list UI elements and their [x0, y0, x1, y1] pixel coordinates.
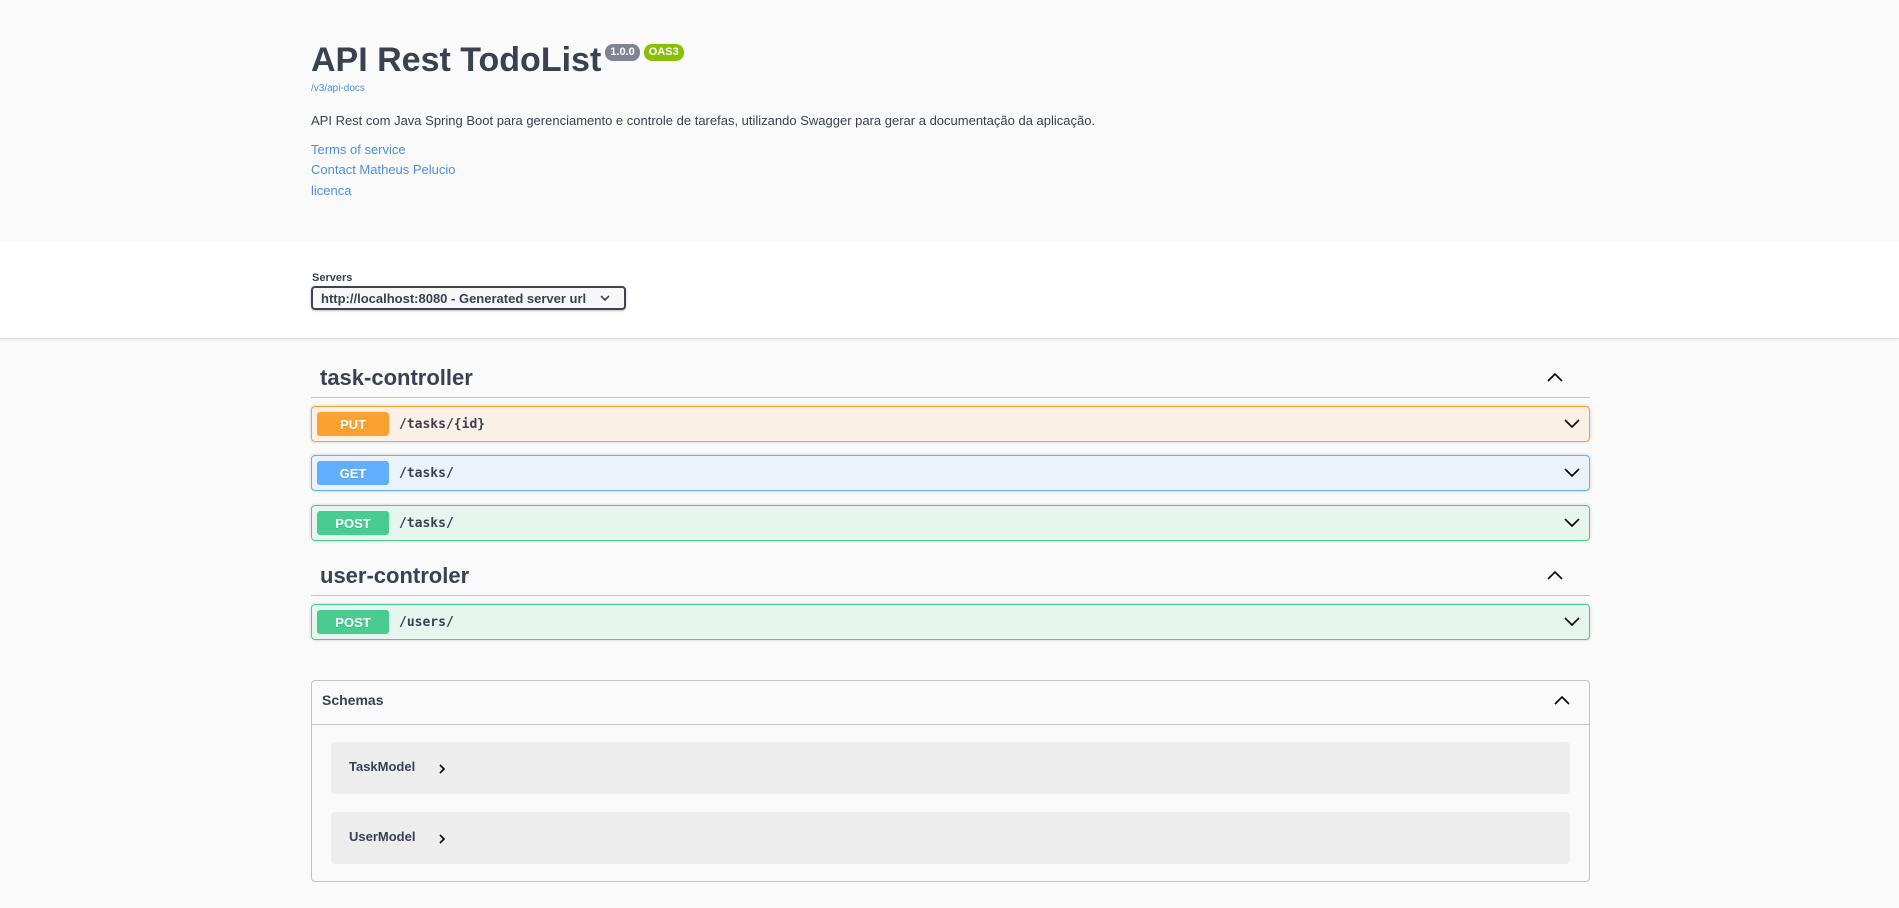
chevron-down-icon[interactable]: [1563, 615, 1581, 629]
method-badge: POST: [317, 511, 389, 535]
chevron-down-icon[interactable]: [1563, 516, 1581, 530]
oas-badge: OAS3: [643, 44, 684, 61]
servers-section: [0, 242, 1899, 339]
operation-post-users[interactable]: POST /users/: [311, 604, 1590, 640]
model-row-taskmodel[interactable]: TaskModel: [331, 742, 1570, 794]
chevron-up-icon[interactable]: [1553, 694, 1571, 706]
terms-of-service-link[interactable]: Terms of service: [311, 142, 406, 157]
tag-title: task-controller: [320, 365, 473, 390]
model-row-usermodel[interactable]: UserModel: [331, 812, 1570, 864]
chevron-right-icon[interactable]: [437, 763, 447, 775]
schemas-header[interactable]: Schemas: [312, 681, 1589, 725]
chevron-right-icon[interactable]: [437, 833, 447, 845]
chevron-down-icon[interactable]: [1563, 466, 1581, 480]
operation-put-tasks-id[interactable]: PUT /tasks/{id}: [311, 406, 1590, 442]
model-name: TaskModel: [349, 759, 416, 774]
chevron-up-icon[interactable]: [1546, 371, 1564, 383]
contact-link[interactable]: Contact Matheus Pelucio: [311, 162, 456, 177]
operation-get-tasks[interactable]: GET /tasks/: [311, 455, 1590, 491]
method-badge: PUT: [317, 412, 389, 436]
method-badge: GET: [317, 461, 389, 485]
servers-label: Servers: [312, 272, 353, 284]
chevron-up-icon[interactable]: [1546, 569, 1564, 581]
api-docs-link[interactable]: /v3/api-docs: [311, 83, 365, 94]
chevron-down-icon[interactable]: [1563, 417, 1581, 431]
license-link[interactable]: licenca: [311, 183, 351, 198]
api-description: API Rest com Java Spring Boot para geren…: [311, 113, 1096, 128]
api-title: API Rest TodoList: [311, 41, 602, 79]
operation-path: /tasks/{id}: [399, 416, 486, 432]
version-badge: 1.0.0: [605, 44, 640, 61]
model-name: UserModel: [349, 829, 416, 844]
operation-post-tasks[interactable]: POST /tasks/: [311, 505, 1590, 541]
tag-header-user-controler[interactable]: user-controler: [311, 557, 1590, 596]
servers-select[interactable]: http://localhost:8080 - Generated server…: [311, 286, 626, 310]
chevron-down-icon: [598, 291, 612, 305]
tag-title: user-controler: [320, 563, 470, 588]
schemas-title: Schemas: [322, 692, 384, 708]
operation-path: /tasks/: [399, 465, 454, 481]
title-row: API Rest TodoList 1.0.0 OAS3: [311, 38, 684, 82]
method-badge: POST: [317, 610, 389, 634]
operation-path: /users/: [399, 614, 454, 630]
tag-header-task-controller[interactable]: task-controller: [311, 359, 1590, 398]
operation-path: /tasks/: [399, 515, 454, 531]
servers-selected-value: http://localhost:8080 - Generated server…: [321, 290, 587, 306]
schemas-section: Schemas TaskModel UserModel: [311, 680, 1590, 882]
